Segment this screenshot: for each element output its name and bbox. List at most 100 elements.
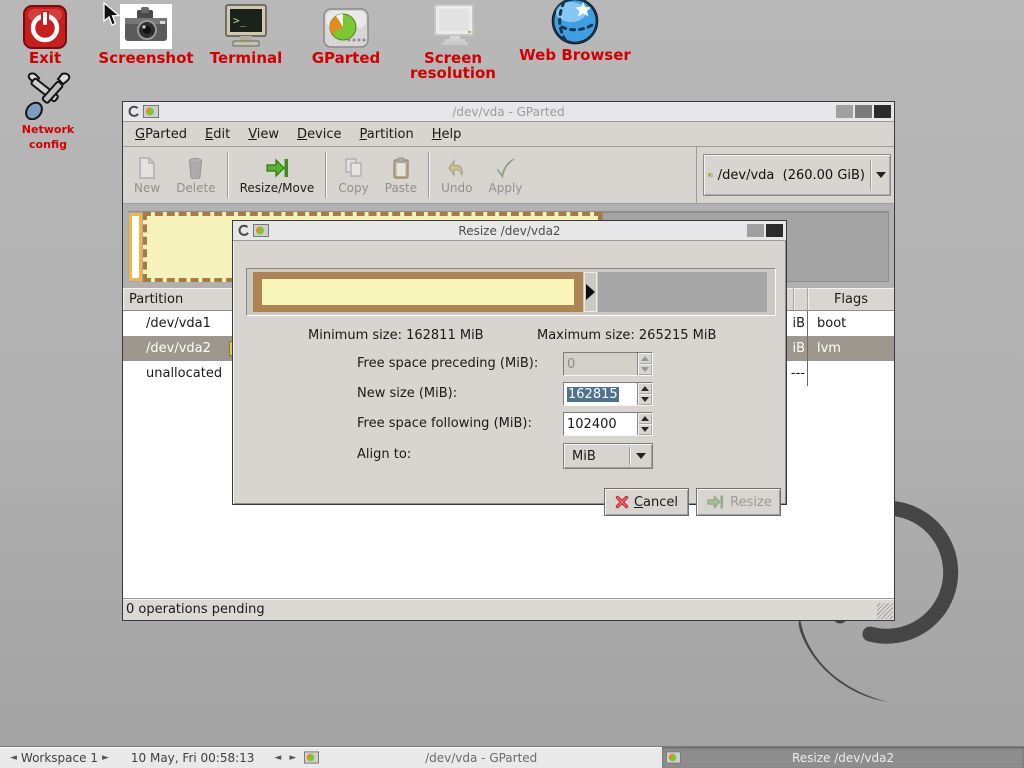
chevron-down-icon[interactable] xyxy=(870,160,886,190)
cell-partition: /dev/vda1 xyxy=(123,316,249,331)
desktop-icon-screen-resolution[interactable]: Screen resolution xyxy=(389,3,517,81)
taskbar-clock: 10 May, Fri 00:58:13 xyxy=(131,751,255,765)
dialog-body: Minimum size: 162811 MiB Maximum size: 2… xyxy=(233,241,786,504)
delete-button[interactable]: Delete xyxy=(168,147,223,203)
close-button[interactable] xyxy=(874,105,891,118)
desktop-icon-web-browser[interactable]: Web Browser xyxy=(519,0,631,63)
resize-button[interactable]: Resize xyxy=(696,488,781,516)
desktop-icon-label: Terminal xyxy=(203,51,289,66)
terminal-icon: >_ xyxy=(203,3,289,49)
undo-button[interactable]: Undo xyxy=(433,147,480,203)
desktop-icon-network-config[interactable]: Network config xyxy=(6,70,90,152)
resize-move-button[interactable]: Resize/Move xyxy=(232,147,323,203)
debian-swirl-icon xyxy=(127,105,140,118)
apply-button[interactable]: Apply xyxy=(481,147,531,203)
resize-unallocated-area xyxy=(598,272,767,312)
free-space-following-spinbox[interactable]: 102400 xyxy=(563,412,653,436)
column-header-narrow[interactable] xyxy=(794,288,808,311)
desktop-icon-label: Screenshot xyxy=(98,51,194,66)
free-space-preceding-label: Free space preceding (MiB): xyxy=(357,356,538,371)
device-selector[interactable]: /dev/vda (260.00 GiB) xyxy=(703,154,891,196)
dropdown-value: MiB xyxy=(564,449,629,464)
align-to-dropdown[interactable]: MiB xyxy=(563,443,653,469)
resize-dialog: Resize /dev/vda2 Minimum size: 162811 Mi… xyxy=(232,220,787,505)
taskbar: ◄ Workspace 1 ► 10 May, Fri 00:58:13 ◄ ►… xyxy=(0,746,1024,768)
workspace-prev-icon[interactable]: ◄ xyxy=(6,753,21,763)
monitor-icon xyxy=(389,3,517,49)
toolbar-separator xyxy=(325,152,327,198)
cell-partition: unallocated xyxy=(123,366,249,381)
field-row-align: Align to: MiB xyxy=(233,443,786,467)
gparted-icon xyxy=(302,3,390,49)
undo-icon xyxy=(448,155,466,181)
new-size-label: New size (MiB): xyxy=(357,386,457,401)
delete-icon xyxy=(187,155,204,181)
minimum-size-label: Minimum size: 162811 MiB xyxy=(308,328,484,343)
desktop-icon-label: GParted xyxy=(302,51,390,66)
partition-bar-vda1[interactable] xyxy=(129,213,142,281)
spin-up-button[interactable] xyxy=(638,413,652,424)
mouse-cursor xyxy=(103,2,121,28)
dialog-titlebar[interactable]: Resize /dev/vda2 xyxy=(233,221,786,241)
menu-device[interactable]: Device xyxy=(288,124,350,145)
cell-flags: lvm xyxy=(810,341,894,356)
cell-flags: boot xyxy=(810,316,894,331)
desktop-icon-label: Screen resolution xyxy=(389,51,517,81)
field-row-preceding: Free space preceding (MiB): 0 xyxy=(233,352,786,376)
resize-grip[interactable] xyxy=(877,603,893,619)
toolbar-separator xyxy=(428,152,430,198)
resize-move-icon xyxy=(265,155,289,181)
copy-icon xyxy=(344,155,364,181)
paste-button[interactable]: Paste xyxy=(377,147,425,203)
new-button[interactable]: New xyxy=(126,147,168,203)
desktop-icon-exit[interactable]: Exit xyxy=(12,3,78,66)
menu-edit[interactable]: Edit xyxy=(196,124,239,145)
maximize-button[interactable] xyxy=(747,224,764,237)
statusbar: 0 operations pending xyxy=(123,598,894,620)
free-space-preceding-spinbox: 0 xyxy=(563,352,653,376)
task-button-resize-dialog[interactable]: Resize /dev/vda2 xyxy=(662,747,1024,768)
close-button[interactable] xyxy=(766,224,783,237)
power-icon xyxy=(12,3,78,49)
desktop-icon-terminal[interactable]: >_ Terminal xyxy=(203,3,289,66)
dialog-title: Resize /dev/vda2 xyxy=(233,224,786,238)
column-divider xyxy=(807,311,808,386)
desktop-icon-label: Web Browser xyxy=(519,48,631,63)
spin-up-button[interactable] xyxy=(638,383,652,394)
resize-partition-area[interactable] xyxy=(253,272,583,312)
menu-partition[interactable]: Partition xyxy=(351,124,423,145)
resize-slider-widget xyxy=(246,268,776,316)
menu-help[interactable]: Help xyxy=(423,124,471,145)
window-list-prev-icon[interactable]: ◄ xyxy=(270,753,285,763)
menu-gparted[interactable]: GParted xyxy=(126,124,196,145)
maximize-button[interactable] xyxy=(855,105,872,118)
workspace-next-icon[interactable]: ► xyxy=(98,753,113,763)
spin-down-button[interactable] xyxy=(638,394,652,405)
gparted-mini-icon xyxy=(253,224,269,237)
device-combo-area: /dev/vda (260.00 GiB) xyxy=(696,147,891,203)
task-button-gparted[interactable]: /dev/vda - GParted xyxy=(300,747,662,768)
cancel-button[interactable]: Cancel xyxy=(604,488,689,516)
paste-icon xyxy=(392,155,410,181)
copy-button[interactable]: Copy xyxy=(330,147,376,203)
spin-value-selected: 162815 xyxy=(567,387,619,402)
spin-down-button[interactable] xyxy=(638,424,652,435)
toolbar-separator xyxy=(227,152,229,198)
workspace-label: Workspace 1 xyxy=(21,751,98,765)
main-titlebar[interactable]: /dev/vda - GParted xyxy=(123,102,894,122)
minimize-button[interactable] xyxy=(836,105,853,118)
resize-right-handle[interactable] xyxy=(584,272,597,312)
device-combo-value: /dev/vda (260.00 GiB) xyxy=(718,168,865,183)
new-size-spinbox[interactable]: 162815 xyxy=(563,382,653,406)
new-icon xyxy=(138,155,156,181)
desktop-icon-label: Exit xyxy=(12,51,78,66)
menu-view[interactable]: View xyxy=(239,124,288,145)
window-list-next-icon[interactable]: ► xyxy=(285,753,300,763)
column-header-flags[interactable]: Flags xyxy=(808,288,894,311)
column-header-partition[interactable]: Partition xyxy=(123,288,249,311)
menubar: GParted Edit View Device Partition Help xyxy=(123,122,894,147)
field-row-following: Free space following (MiB): 102400 xyxy=(233,412,786,436)
desktop-icon-gparted[interactable]: GParted xyxy=(302,3,390,66)
spin-value: 0 xyxy=(564,353,637,375)
gparted-mini-icon xyxy=(143,105,159,118)
